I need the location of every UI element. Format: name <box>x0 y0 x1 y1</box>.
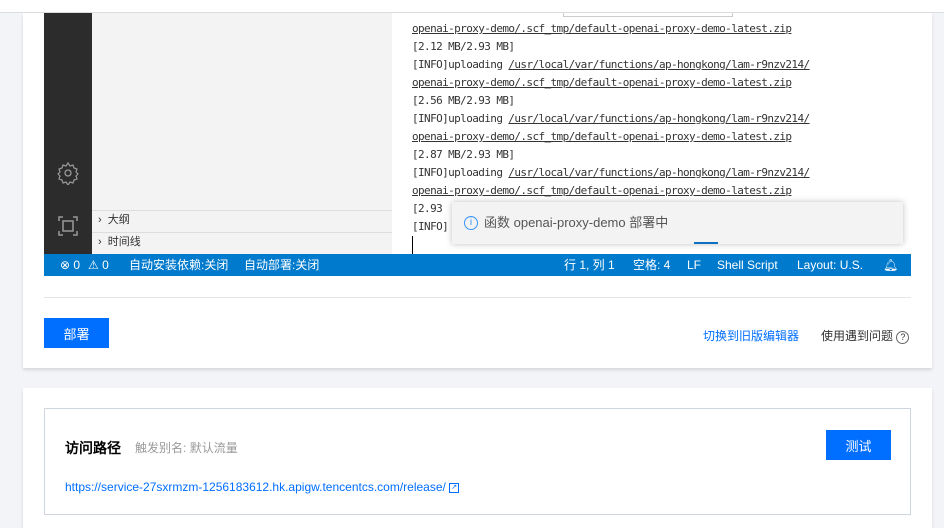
auto-deploy-status[interactable]: 自动部署:关闭 <box>244 254 319 276</box>
language-mode[interactable]: Shell Script <box>717 254 778 276</box>
switch-old-editor-link[interactable]: 切换到旧版编辑器 <box>703 327 799 344</box>
timeline-label: 时间线 <box>107 236 141 248</box>
fullscreen-icon[interactable] <box>57 215 79 237</box>
terminal-line: [2.87 MB/2.93 MB] <box>412 148 515 161</box>
auto-install-status[interactable]: 自动安装依赖:关闭 <box>129 254 228 276</box>
log-text: [INFO] <box>412 220 449 233</box>
log-text[interactable]: /usr/local/var/functions/ap-hongkong/lam… <box>508 58 810 71</box>
log-text[interactable]: /usr/local/var/functions/ap-hongkong/lam… <box>508 166 810 179</box>
log-text[interactable]: openai-proxy-demo/.scf_tmp/default-opena… <box>412 130 792 143</box>
log-text[interactable]: openai-proxy-demo/.scf_tmp/default-opena… <box>412 22 792 35</box>
log-text: [2.12 MB/2.93 MB] <box>412 40 515 53</box>
explorer-sidebar: › 大纲 › 时间线 <box>92 13 392 254</box>
deploy-notification: i 函数 openai-proxy-demo 部署中 <box>452 202 903 244</box>
outline-label: 大纲 <box>107 214 130 226</box>
test-button[interactable]: 测试 <box>826 430 891 460</box>
status-bar: ⊗ 0 ⚠ 0 自动安装依赖:关闭 自动部署:关闭 行 1, 列 1 空格: 4… <box>44 254 911 276</box>
line-ending[interactable]: LF <box>687 254 701 276</box>
access-url-link[interactable]: https://service-27sxrmzm-1256183612.hk.a… <box>65 480 460 494</box>
outline-section[interactable]: › 大纲 <box>92 210 392 230</box>
log-prefix: [INFO]uploading <box>412 112 509 125</box>
editor-card: › 大纲 › 时间线 openai-proxy-demo/.scf_tmp/de… <box>23 13 932 368</box>
terminal-line: [INFO]uploading /usr/local/var/functions… <box>412 58 810 71</box>
terminal-line: openai-proxy-demo/.scf_tmp/default-opena… <box>412 130 792 143</box>
settings-gear-icon[interactable] <box>56 161 80 185</box>
divider <box>44 297 911 298</box>
log-text[interactable]: openai-proxy-demo/.scf_tmp/default-opena… <box>412 76 792 89</box>
errors-count[interactable]: ⊗ 0 <box>60 254 80 276</box>
terminal-line: [INFO] <box>412 220 449 233</box>
code-editor: › 大纲 › 时间线 openai-proxy-demo/.scf_tmp/de… <box>44 13 911 276</box>
log-text: [2.56 MB/2.93 MB] <box>412 94 515 107</box>
terminal-line: [2.56 MB/2.93 MB] <box>412 94 515 107</box>
help-link[interactable]: 使用遇到问题 ? <box>821 327 910 344</box>
terminal-line: openai-proxy-demo/.scf_tmp/default-opena… <box>412 22 792 35</box>
log-text: [2.93 <box>412 202 443 215</box>
timeline-section[interactable]: › 时间线 <box>92 232 392 252</box>
terminal-line: [2.12 MB/2.93 MB] <box>412 40 515 53</box>
cursor-position[interactable]: 行 1, 列 1 <box>564 254 615 276</box>
terminal-line: [2.93 <box>412 202 443 215</box>
notification-bell-icon[interactable]: 🔔︎ <box>883 254 898 276</box>
log-prefix: [INFO]uploading <box>412 166 509 179</box>
help-label: 使用遇到问题 <box>821 329 894 343</box>
progress-indicator <box>694 242 718 244</box>
find-widget <box>563 13 733 17</box>
terminal-line: openai-proxy-demo/.scf_tmp/default-opena… <box>412 184 792 197</box>
terminal-line: [INFO]uploading /usr/local/var/functions… <box>412 112 810 125</box>
trigger-alias: 触发别名: 默认流量 <box>135 441 238 455</box>
log-prefix: [INFO]uploading <box>412 58 509 71</box>
log-text[interactable]: /usr/local/var/functions/ap-hongkong/lam… <box>508 112 810 125</box>
external-link-icon: ↗ <box>449 482 460 493</box>
access-card: 访问路径 触发别名: 默认流量 测试 https://service-27sxr… <box>23 388 932 528</box>
terminal-cursor <box>412 236 413 254</box>
keyboard-layout[interactable]: Layout: U.S. <box>797 254 863 276</box>
question-icon: ? <box>896 331 910 344</box>
activity-bar <box>44 13 92 254</box>
warnings-count[interactable]: ⚠ 0 <box>88 254 109 276</box>
deploy-button[interactable]: 部署 <box>44 318 109 348</box>
terminal-line: [INFO]uploading /usr/local/var/functions… <box>412 166 810 179</box>
info-icon: i <box>464 216 478 230</box>
access-path-box: 访问路径 触发别名: 默认流量 测试 https://service-27sxr… <box>44 408 911 515</box>
indentation[interactable]: 空格: 4 <box>633 254 670 276</box>
notification-message: 函数 openai-proxy-demo 部署中 <box>484 215 669 230</box>
log-text: [2.87 MB/2.93 MB] <box>412 148 515 161</box>
access-path-title: 访问路径 <box>65 440 121 456</box>
terminal-line: openai-proxy-demo/.scf_tmp/default-opena… <box>412 76 792 89</box>
top-bar <box>0 0 944 13</box>
log-text[interactable]: openai-proxy-demo/.scf_tmp/default-opena… <box>412 184 792 197</box>
